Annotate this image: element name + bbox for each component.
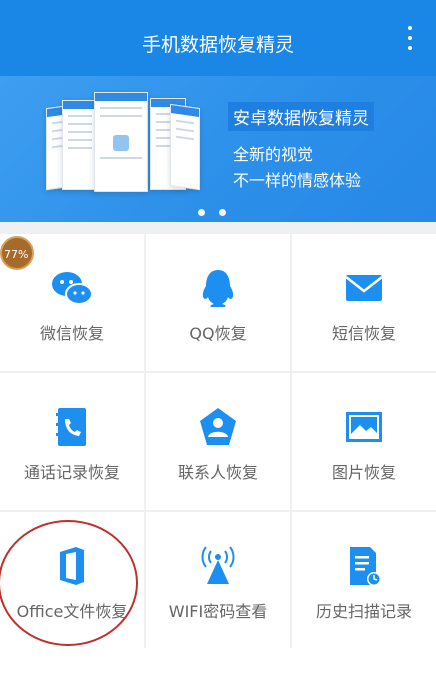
app-bar: 手机数据恢复精灵 — [0, 8, 436, 76]
feature-label: WIFI密码查看 — [168, 602, 268, 621]
feature-label: 历史扫描记录 — [315, 602, 412, 621]
feature-wifi-password[interactable]: WIFI密码查看 — [146, 512, 290, 649]
qq-icon — [202, 270, 234, 307]
feature-label: QQ恢复 — [189, 324, 247, 343]
feature-label: 短信恢复 — [331, 324, 396, 343]
carousel-dot[interactable] — [219, 209, 226, 216]
app-title: 手机数据恢复精灵 — [141, 34, 294, 56]
feature-label: 图片恢复 — [331, 463, 396, 482]
banner-subline-2: 不一样的情感体验 — [233, 171, 362, 190]
history-icon — [350, 547, 381, 586]
feature-call-log-recovery[interactable]: 通话记录恢复 — [0, 373, 144, 510]
image-icon — [346, 412, 382, 442]
feature-sms-recovery[interactable]: 短信恢复 — [292, 234, 436, 371]
banner-subline-1: 全新的视觉 — [233, 145, 314, 164]
carousel-indicator — [198, 201, 240, 216]
wifi-icon — [201, 546, 235, 584]
annotation-circle — [0, 520, 138, 646]
phone-illustration-icon — [94, 92, 148, 192]
status-bar — [0, 0, 436, 8]
feature-scan-history[interactable]: 历史扫描记录 — [292, 512, 436, 649]
sms-icon — [345, 275, 383, 301]
feature-label: 通话记录恢复 — [23, 463, 120, 482]
feature-qq-recovery[interactable]: QQ恢复 — [146, 234, 290, 371]
feature-label: 微信恢复 — [39, 324, 104, 343]
feature-contact-recovery[interactable]: 联系人恢复 — [146, 373, 290, 510]
floating-progress-badge[interactable]: 77% — [0, 236, 34, 270]
carousel-dot[interactable] — [198, 209, 205, 216]
call-log-icon — [56, 408, 86, 446]
contact-icon — [200, 408, 236, 445]
phone-illustration-icon — [62, 100, 98, 190]
feature-label: 联系人恢复 — [177, 463, 258, 482]
wechat-icon — [52, 272, 93, 305]
phone-illustration-icon — [170, 103, 200, 191]
banner-headline: 安卓数据恢复精灵 — [228, 102, 374, 131]
overflow-menu-icon[interactable] — [406, 26, 414, 58]
feature-image-recovery[interactable]: 图片恢复 — [292, 373, 436, 510]
bottom-panel — [0, 648, 436, 673]
